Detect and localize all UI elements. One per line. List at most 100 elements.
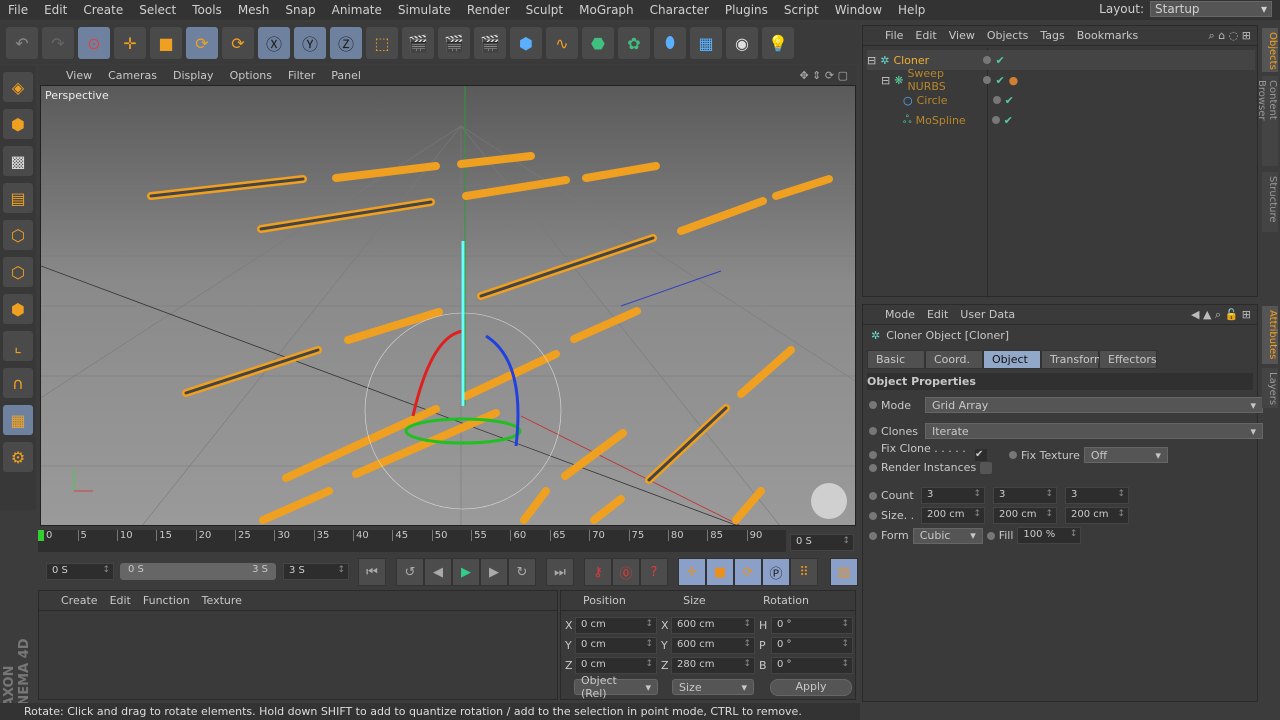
coordinate-system-icon[interactable]: ⬚ — [366, 27, 398, 59]
viewport-nav-icons[interactable]: ✥ ⇕ ⟳ ▢ — [791, 69, 856, 82]
viewport-menu-options[interactable]: Options — [222, 69, 280, 82]
menu-mograph[interactable]: MoGraph — [571, 3, 642, 17]
z-axis-icon[interactable]: Ⓩ — [330, 27, 362, 59]
side-tab-layers[interactable]: Layers — [1262, 368, 1278, 408]
material-menu-edit[interactable]: Edit — [104, 594, 137, 607]
menu-window[interactable]: Window — [827, 3, 890, 17]
side-tab-objects[interactable]: Objects — [1262, 28, 1278, 72]
start-frame-field[interactable]: 0 S — [46, 563, 114, 580]
previous-key-icon[interactable]: ↺ — [396, 558, 424, 586]
spline-icon[interactable]: ∿ — [546, 27, 578, 59]
om-menu-view[interactable]: View — [943, 29, 981, 42]
om-menu-tags[interactable]: Tags — [1034, 29, 1070, 42]
timeline-ruler[interactable]: 0 5 10 15 20 25 30 35 40 45 50 55 60 65 … — [38, 530, 786, 552]
menu-script[interactable]: Script — [776, 3, 827, 17]
viewport-menu-panel[interactable]: Panel — [323, 69, 369, 82]
size-z-field[interactable]: 200 cm — [1065, 507, 1129, 524]
tab-effectors[interactable]: Effectors — [1099, 350, 1157, 369]
points-mode-icon[interactable]: ⬡ — [3, 220, 33, 250]
layout-dropdown[interactable]: Startup ▾ — [1150, 1, 1272, 17]
om-search-home-icons[interactable]: ⌕ ⌂ ◌ ⊞ — [1203, 29, 1257, 43]
object-row-mospline[interactable]: ஃ MoSpline ✔ — [867, 110, 1013, 130]
anim-dot[interactable] — [869, 491, 877, 500]
attr-nav-icons[interactable]: ◀ ▲ ⌕ 🔓 ⊞ — [1185, 308, 1257, 322]
rotation-h-field[interactable]: 0 ° — [771, 617, 853, 634]
keyframe-selection-icon[interactable]: ? — [640, 558, 668, 586]
anim-dot[interactable] — [869, 401, 877, 409]
render-instances-checkbox[interactable] — [980, 461, 993, 474]
om-menu-file[interactable]: File — [879, 29, 909, 42]
anim-dot[interactable] — [869, 531, 877, 540]
go-to-end-icon[interactable]: ⏭ — [546, 558, 574, 586]
object-name[interactable]: Cloner — [893, 54, 979, 67]
polygons-mode-icon[interactable]: ⬢ — [3, 294, 33, 324]
attr-menu-edit[interactable]: Edit — [921, 308, 954, 321]
menu-sculpt[interactable]: Sculpt — [518, 3, 571, 17]
fix-texture-dropdown[interactable]: Off ▾ — [1083, 447, 1168, 463]
workplane-icon[interactable]: ▤ — [3, 183, 33, 213]
go-to-start-icon[interactable]: ⏮ — [358, 558, 386, 586]
side-tab-structure[interactable]: Structure — [1262, 172, 1278, 232]
deformer-icon[interactable]: ⬮ — [654, 27, 686, 59]
nurbs-icon[interactable]: ⬣ — [582, 27, 614, 59]
move-icon[interactable]: ✛ — [114, 27, 146, 59]
axis-mode-icon[interactable]: ⌞ — [3, 331, 33, 361]
viewport-menu-display[interactable]: Display — [165, 69, 222, 82]
previous-frame-icon[interactable]: ◀ — [424, 558, 452, 586]
recent-tool-icon[interactable]: ⟳ — [222, 27, 254, 59]
form-dropdown[interactable]: Cubic ▾ — [912, 527, 983, 544]
material-menu-texture[interactable]: Texture — [196, 594, 248, 607]
clones-dropdown[interactable]: Iterate ▾ — [925, 423, 1263, 439]
record-keys-icon[interactable]: ⚷ — [584, 558, 612, 586]
viewport-menu-view[interactable]: View — [58, 69, 100, 82]
key-pla-icon[interactable]: ⠿ — [790, 558, 818, 586]
end-frame-field[interactable]: 3 S — [283, 563, 349, 580]
visibility-dot[interactable] — [983, 56, 992, 64]
floor-icon[interactable]: ▦ — [690, 27, 722, 59]
viewport-menu-cameras[interactable]: Cameras — [100, 69, 165, 82]
texture-mode-icon[interactable]: ▩ — [3, 146, 33, 176]
key-scale-icon[interactable]: ■ — [706, 558, 734, 586]
menu-animate[interactable]: Animate — [324, 3, 390, 17]
menu-character[interactable]: Character — [642, 3, 717, 17]
menu-plugins[interactable]: Plugins — [717, 3, 776, 17]
size-x-field[interactable]: 600 cm — [671, 617, 755, 634]
object-row-sweep-nurbs[interactable]: ⊟ ❋ Sweep NURBS ✔ ● — [867, 67, 1018, 93]
material-menu-function[interactable]: Function — [137, 594, 196, 607]
anim-dot[interactable] — [986, 531, 995, 540]
check-icon[interactable]: ✔ — [995, 54, 1004, 67]
anim-dot[interactable] — [869, 427, 877, 435]
size-mode-dropdown[interactable]: Size ▾ — [672, 679, 754, 695]
key-rotation-icon[interactable]: ⟳ — [734, 558, 762, 586]
tab-basic[interactable]: Basic — [867, 350, 925, 369]
side-tab-content-browser[interactable]: Content Browser — [1256, 76, 1278, 166]
count-y-field[interactable]: 3 — [993, 487, 1057, 504]
size-y-field[interactable]: 200 cm — [993, 507, 1057, 524]
workplane-grid-icon[interactable]: ▦ — [3, 405, 33, 435]
array-icon[interactable]: ✿ — [618, 27, 650, 59]
om-menu-objects[interactable]: Objects — [981, 29, 1035, 42]
tab-transform[interactable]: Transform — [1041, 350, 1105, 369]
next-frame-icon[interactable]: ▶ — [480, 558, 508, 586]
light-icon[interactable]: 💡 — [762, 27, 794, 59]
menu-mesh[interactable]: Mesh — [230, 3, 278, 17]
undo-icon[interactable]: ↶ — [6, 27, 38, 59]
side-tab-attributes[interactable]: Attributes — [1262, 306, 1278, 364]
om-menu-bookmarks[interactable]: Bookmarks — [1071, 29, 1144, 42]
render-settings-icon[interactable]: 🎬 — [474, 27, 506, 59]
key-position-icon[interactable]: ✛ — [678, 558, 706, 586]
object-name[interactable]: Circle — [917, 94, 989, 107]
cube-icon[interactable]: ⬢ — [510, 27, 542, 59]
collapse-icon[interactable]: ⊟ — [881, 74, 890, 87]
snap-icon[interactable]: ∩ — [3, 368, 33, 398]
visibility-dot[interactable] — [991, 116, 1000, 124]
rotate-icon[interactable]: ⟳ — [186, 27, 218, 59]
autokey-icon[interactable]: ⓪ — [612, 558, 640, 586]
anim-dot[interactable] — [869, 463, 877, 472]
edges-mode-icon[interactable]: ⬡ — [3, 257, 33, 287]
menu-snap[interactable]: Snap — [277, 3, 323, 17]
redo-icon[interactable]: ↷ — [42, 27, 74, 59]
menu-file[interactable]: File — [0, 3, 36, 17]
size-z-field[interactable]: 280 cm — [671, 657, 755, 674]
x-axis-icon[interactable]: Ⓧ — [258, 27, 290, 59]
